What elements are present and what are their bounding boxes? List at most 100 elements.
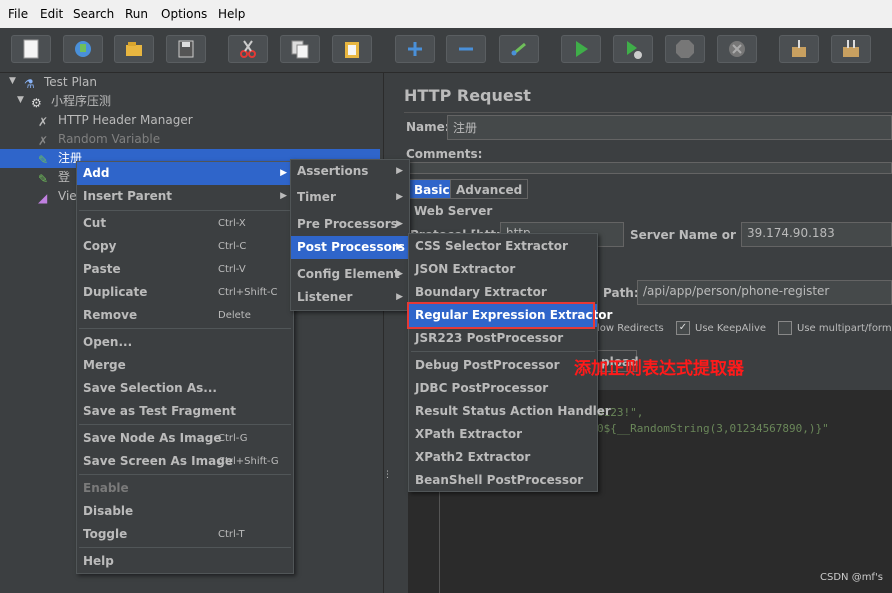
menu-item-json-extractor[interactable]: JSON Extractor [409,258,597,281]
name-field[interactable]: 注册 [447,115,892,140]
menu-item-toggle[interactable]: Toggle Ctrl-T [77,523,293,546]
comments-field[interactable] [408,162,892,174]
shutdown-button[interactable] [717,35,757,63]
tab-basic[interactable]: Basic [408,179,456,199]
start-icon [576,41,588,57]
open-icon [126,42,142,56]
tree-item-random-variable[interactable]: ✗ Random Variable [38,130,160,148]
menu-item-boundary-extractor[interactable]: Boundary Extractor [409,281,597,304]
post-processors-submenu: CSS Selector Extractor JSON Extractor Bo… [408,233,612,492]
page-title: HTTP Request [404,86,531,105]
menu-item-duplicate[interactable]: Duplicate Ctrl+Shift-C [77,281,293,304]
templates-button[interactable] [63,35,103,63]
tree-item-test-plan[interactable]: ⚗ Test Plan [24,73,97,91]
keepalive-checkbox[interactable]: ✓ [676,321,690,335]
clear-button[interactable] [779,35,819,63]
menu-help[interactable]: Help [218,7,245,21]
multipart-checkbox[interactable] [778,321,792,335]
collapse-icon [459,47,473,51]
menu-item-config-element[interactable]: Config Element ▶ [291,263,409,286]
templates-icon [75,41,91,57]
menu-item-save-selection[interactable]: Save Selection As... [77,377,293,400]
tree-item-view-results[interactable]: ◢ Vie [38,187,77,205]
menu-item-copy[interactable]: Copy Ctrl-C [77,235,293,258]
collapse-button[interactable] [446,35,486,63]
context-menu: Add ▶ Insert Parent ▶ Cut Ctrl-X Copy Ctrl-C… [76,161,294,574]
menu-item-xpath2-extractor[interactable]: XPath2 Extractor [409,446,597,469]
expand-button[interactable] [395,35,435,63]
chart-icon: ◢ [38,190,48,205]
menu-item-listener[interactable]: Listener ▶ [291,286,409,309]
menu-separator [411,351,595,352]
menu-item-jdbc-postprocessor[interactable]: JDBC PostProcessor [409,377,597,400]
toolbar [0,28,892,73]
menu-options[interactable]: Options [161,7,207,21]
splitter-grip[interactable]: ⋮ [383,470,392,480]
menu-item-insert-parent[interactable]: Insert Parent ▶ [77,185,293,208]
menu-item-beanshell-postprocessor[interactable]: BeanShell PostProcessor [409,469,597,492]
menu-item-save-fragment[interactable]: Save as Test Fragment [77,400,293,423]
menu-item-post-processors[interactable]: Post Processors ▶ [291,236,409,259]
menu-item-help[interactable]: Help [77,550,293,573]
menu-item-paste[interactable]: Paste Ctrl-V [77,258,293,281]
menu-edit[interactable]: Edit [40,7,63,21]
menu-item-add[interactable]: Add ▶ [77,162,293,185]
menu-item-cut[interactable]: Cut Ctrl-X [77,212,293,235]
name-label: Name: [406,120,450,134]
gear-icon: ⚙ [31,95,42,110]
menu-item-merge[interactable]: Merge [77,354,293,377]
menu-item-remove[interactable]: Remove Delete [77,304,293,327]
tree-item-login[interactable]: ✎ 登 [38,168,70,186]
menu-bar: File Edit Search Run Options Help [0,0,892,29]
pipette-icon: ✎ [38,152,49,167]
copy-button[interactable] [280,35,320,63]
start-no-pause-button[interactable] [613,35,653,63]
tree-item-thread-group[interactable]: ⚙ 小程序压测 [31,92,111,110]
multipart-label: Use multipart/form-d [797,323,892,334]
new-button[interactable] [11,35,51,63]
menu-item-pre-processors[interactable]: Pre Processors ▶ [291,213,409,236]
comments-label: Comments: [406,147,483,161]
menu-separator [79,210,291,211]
stop-button[interactable] [665,35,705,63]
add-submenu: Assertions ▶ Timer ▶ Pre Processors ▶ Post … [290,159,410,311]
menu-separator [79,547,291,548]
menu-item-assertions[interactable]: Assertions ▶ [291,160,409,183]
flask-icon: ⚗ [24,76,35,91]
menu-item-save-node-image[interactable]: Save Node As Image Ctrl-G [77,427,293,450]
menu-item-debug-postprocessor[interactable]: Debug PostProcessor [409,354,597,377]
menu-item-save-screen-image[interactable]: Save Screen As Image Ctrl+Shift-G [77,450,293,473]
menu-search[interactable]: Search [73,7,114,21]
server-field[interactable]: 39.174.90.183 [741,222,892,247]
menu-item-disable[interactable]: Disable [77,500,293,523]
clear-all-icon [843,40,859,57]
menu-item-css-selector-extractor[interactable]: CSS Selector Extractor [409,235,597,258]
menu-item-xpath-extractor[interactable]: XPath Extractor [409,423,597,446]
cut-icon [240,40,256,58]
menu-item-result-status-handler[interactable]: Result Status Action Handler [409,400,611,423]
menu-file[interactable]: File [8,7,28,21]
collapse-arrow-icon[interactable]: ▼ [17,95,24,105]
path-field[interactable]: /api/app/person/phone-register [637,280,892,305]
open-button[interactable] [114,35,154,63]
collapse-arrow-icon[interactable]: ▼ [9,76,16,86]
paste-button[interactable] [332,35,372,63]
shutdown-icon [729,41,745,57]
toggle-button[interactable] [499,35,539,63]
annotation-text: 添加正则表达式提取器 [574,359,744,379]
cut-button[interactable] [228,35,268,63]
divider [404,112,892,113]
clear-all-button[interactable] [831,35,871,63]
menu-run[interactable]: Run [125,7,148,21]
menu-item-timer[interactable]: Timer ▶ [291,186,409,209]
save-button[interactable] [166,35,206,63]
web-server-label: Web Server [414,204,493,218]
menu-item-open[interactable]: Open... [77,331,293,354]
tree-item-header-manager[interactable]: ✗ HTTP Header Manager [38,111,193,129]
tab-advanced[interactable]: Advanced [450,179,529,199]
clear-icon [792,40,806,57]
menu-item-jsr223-postprocessor[interactable]: JSR223 PostProcessor [409,327,597,350]
start-button[interactable] [561,35,601,63]
expand-icon [408,42,422,56]
save-icon [178,40,194,58]
